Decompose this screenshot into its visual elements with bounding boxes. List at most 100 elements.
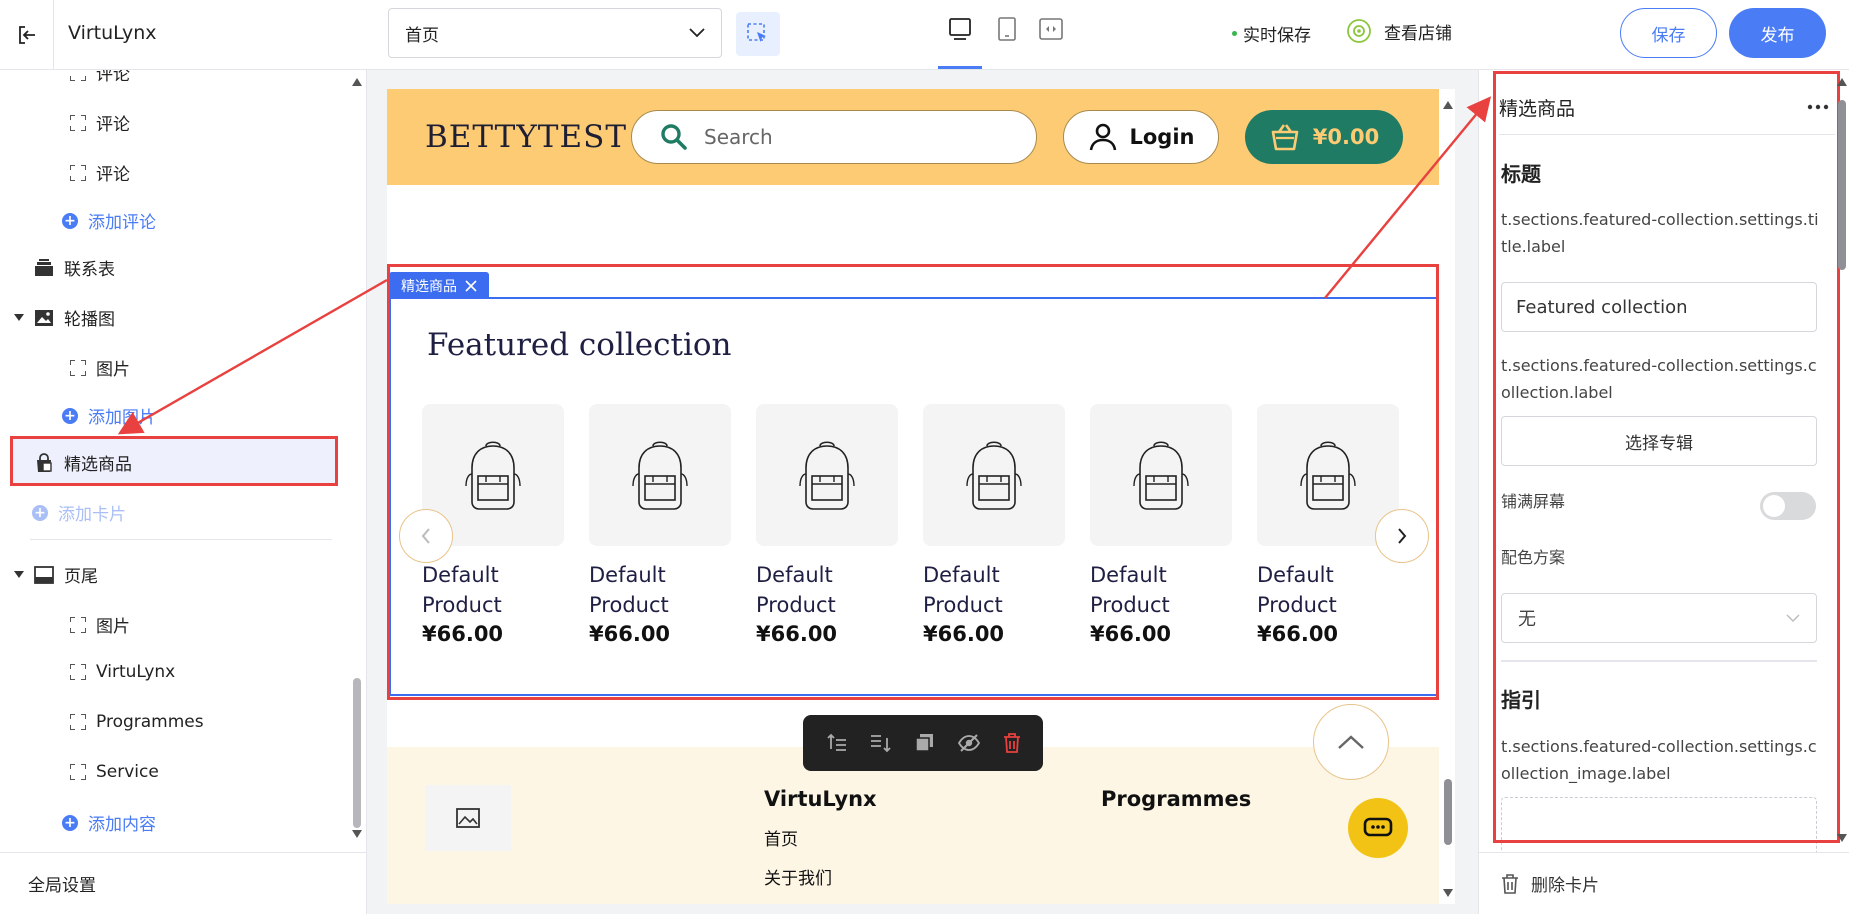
footer-link[interactable]: 首页 bbox=[764, 825, 877, 850]
section-item-featured-collection[interactable]: 精选商品 bbox=[34, 450, 132, 475]
store-search[interactable]: Search bbox=[631, 110, 1037, 164]
shopping-bag-icon bbox=[37, 452, 52, 472]
section-label: 页尾 bbox=[64, 567, 98, 587]
chevron-down-icon bbox=[689, 28, 705, 38]
scroll-down-icon[interactable] bbox=[1443, 889, 1453, 897]
carousel-next-button[interactable] bbox=[1375, 509, 1429, 563]
select-element-button[interactable] bbox=[736, 12, 780, 56]
section-label: 联系表 bbox=[64, 260, 115, 280]
global-settings-label: 全局设置 bbox=[28, 876, 96, 896]
autosave-label: 实时保存 bbox=[1243, 26, 1311, 46]
chat-icon bbox=[1363, 817, 1393, 837]
trash-icon[interactable] bbox=[1002, 732, 1022, 754]
chevron-left-icon bbox=[421, 528, 430, 544]
block-item[interactable]: 图片 bbox=[70, 612, 130, 637]
scrollbar-thumb[interactable] bbox=[1444, 779, 1452, 845]
exit-icon bbox=[18, 26, 35, 44]
close-icon[interactable] bbox=[465, 279, 477, 292]
page-select[interactable]: 首页 bbox=[388, 8, 722, 58]
backpack-icon bbox=[799, 441, 855, 510]
block-item[interactable]: 评论 bbox=[70, 160, 130, 185]
view-store-label: 查看店铺 bbox=[1384, 23, 1452, 44]
add-image-button[interactable]: + 添加图片 bbox=[62, 403, 156, 428]
plus-circle-icon: + bbox=[62, 407, 78, 424]
product-image bbox=[923, 404, 1065, 546]
section-tag[interactable]: 精选商品 bbox=[389, 272, 489, 299]
block-icon bbox=[70, 616, 86, 633]
block-label: 图片 bbox=[96, 617, 130, 637]
move-up-icon[interactable] bbox=[824, 732, 848, 754]
block-icon bbox=[70, 714, 86, 730]
delete-card-label: 删除卡片 bbox=[1531, 876, 1599, 896]
scroll-down-icon[interactable] bbox=[1837, 834, 1847, 842]
section-item-footer[interactable]: 页尾 bbox=[14, 562, 98, 587]
section-label: 轮播图 bbox=[64, 310, 115, 330]
product-image bbox=[1090, 404, 1232, 546]
section-item-slideshow[interactable]: 轮播图 bbox=[14, 305, 115, 330]
section-item-contact-form[interactable]: 联系表 bbox=[34, 255, 115, 280]
featured-collection-section[interactable]: Featured collection Default Product ¥66.… bbox=[389, 297, 1439, 696]
block-item[interactable]: Service bbox=[70, 762, 159, 782]
cart-button[interactable]: ¥0.00 bbox=[1245, 110, 1403, 164]
block-icon bbox=[70, 359, 86, 376]
hide-icon[interactable] bbox=[957, 732, 981, 754]
carousel-prev-button[interactable] bbox=[399, 509, 453, 563]
block-label: VirtuLynx bbox=[96, 662, 176, 682]
product-card[interactable]: Default Product ¥66.00 bbox=[923, 404, 1065, 646]
delete-card-button[interactable]: 删除卡片 bbox=[1479, 852, 1849, 914]
add-card-label: 添加卡片 bbox=[58, 505, 126, 525]
block-item[interactable]: 图片 bbox=[70, 355, 130, 380]
footer-link[interactable]: 关于我们 bbox=[764, 864, 877, 889]
chat-button[interactable] bbox=[1348, 798, 1408, 858]
add-content-button[interactable]: + 添加内容 bbox=[62, 810, 156, 835]
exit-button[interactable] bbox=[0, 0, 54, 70]
block-label: 评论 bbox=[96, 115, 130, 135]
footer-column-title: VirtuLynx bbox=[764, 787, 877, 811]
move-down-icon[interactable] bbox=[869, 732, 893, 754]
login-button[interactable]: Login bbox=[1063, 110, 1219, 164]
duplicate-icon[interactable] bbox=[914, 732, 936, 754]
block-item[interactable]: VirtuLynx bbox=[70, 662, 175, 682]
save-button[interactable]: 保存 bbox=[1620, 8, 1717, 58]
publish-button[interactable]: 发布 bbox=[1729, 8, 1826, 58]
add-review-button[interactable]: + 添加评论 bbox=[62, 208, 156, 233]
product-card[interactable]: Default Product ¥66.00 bbox=[589, 404, 731, 646]
scrollbar-thumb[interactable] bbox=[353, 678, 361, 828]
product-price: ¥66.00 bbox=[1090, 622, 1172, 646]
canvas-scrollbar[interactable] bbox=[1441, 89, 1455, 904]
block-item[interactable]: 评论 bbox=[70, 70, 130, 85]
user-icon bbox=[1089, 123, 1116, 151]
view-store-link[interactable]: 查看店铺 bbox=[1346, 18, 1452, 44]
product-card[interactable]: Default Product ¥66.00 bbox=[756, 404, 898, 646]
scroll-up-icon[interactable] bbox=[1837, 78, 1847, 86]
sections-scrollbar[interactable] bbox=[352, 78, 362, 838]
block-item[interactable]: 评论 bbox=[70, 110, 130, 135]
product-price: ¥66.00 bbox=[422, 622, 504, 646]
add-card-button[interactable]: + 添加卡片 bbox=[32, 500, 126, 525]
scroll-up-icon[interactable] bbox=[352, 78, 362, 86]
product-name: Default Product bbox=[422, 563, 502, 617]
plus-circle-icon: + bbox=[62, 212, 78, 229]
login-label: Login bbox=[1129, 125, 1195, 149]
scrollbar-thumb[interactable] bbox=[1838, 100, 1846, 270]
product-card[interactable]: Default Product ¥66.00 bbox=[1090, 404, 1232, 646]
search-icon bbox=[661, 124, 687, 150]
scroll-down-icon[interactable] bbox=[352, 830, 362, 838]
settings-scrollbar[interactable] bbox=[1837, 78, 1847, 842]
footer-layout-icon bbox=[34, 565, 54, 584]
product-name: Default Product bbox=[1257, 563, 1337, 617]
global-settings-button[interactable]: 全局设置 bbox=[0, 852, 366, 914]
add-review-label: 添加评论 bbox=[88, 213, 156, 233]
tablet-view-button[interactable] bbox=[992, 14, 1022, 44]
product-name: Default Product bbox=[589, 563, 669, 617]
store-logo[interactable]: BETTYTEST bbox=[425, 119, 627, 155]
back-to-top-button[interactable] bbox=[1313, 704, 1389, 780]
scroll-up-icon[interactable] bbox=[1443, 101, 1453, 109]
desktop-view-button[interactable] bbox=[945, 14, 975, 44]
backpack-icon bbox=[1133, 441, 1189, 510]
block-label: 评论 bbox=[96, 70, 130, 85]
fullscreen-view-button[interactable] bbox=[1036, 14, 1066, 44]
product-name: Default Product bbox=[923, 563, 1003, 617]
block-item[interactable]: Programmes bbox=[70, 712, 204, 732]
image-icon bbox=[35, 309, 53, 326]
